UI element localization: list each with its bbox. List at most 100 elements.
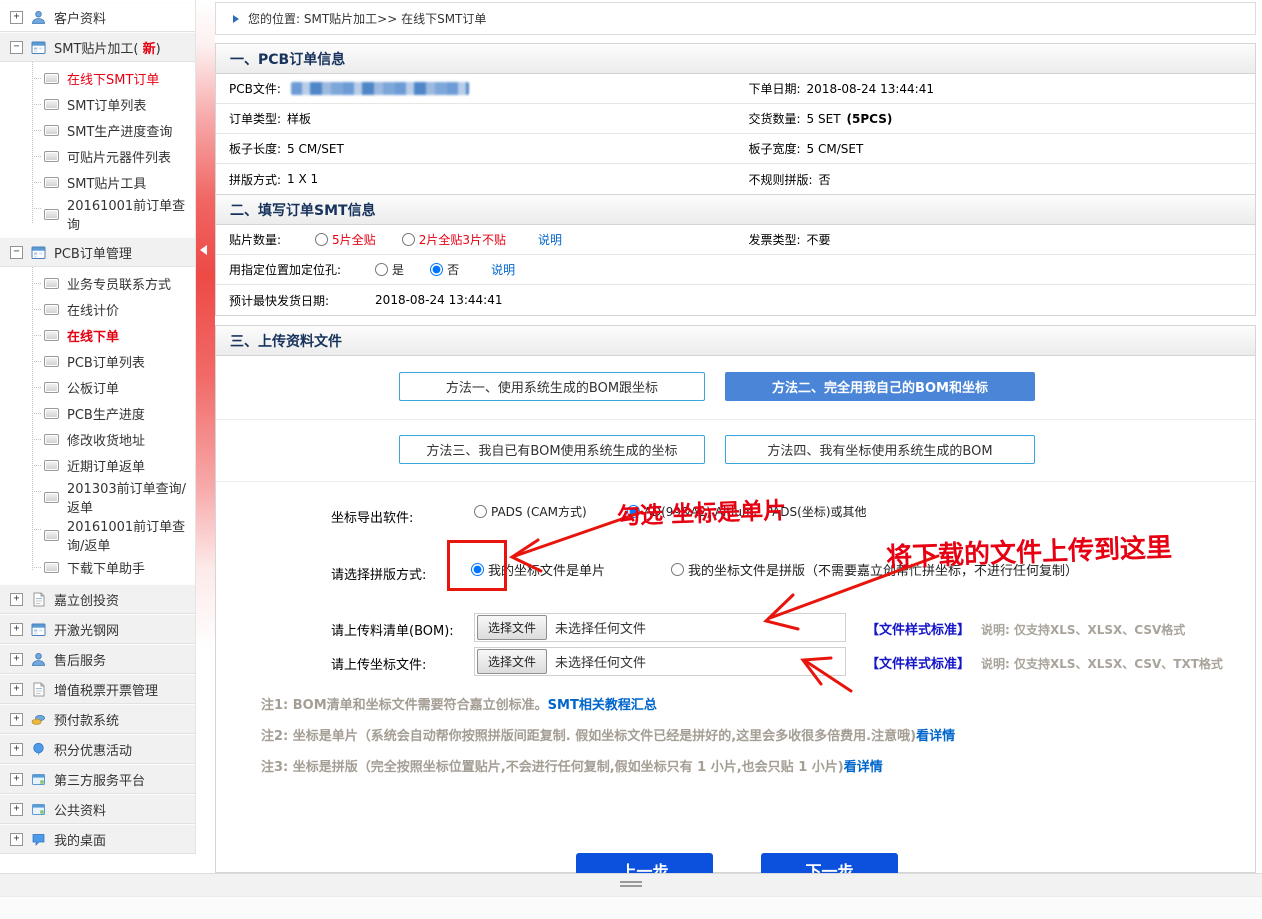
sidebar-item[interactable]: 20161001前订单查询 <box>0 195 195 233</box>
sidebar-item[interactable]: 可贴片元器件列表 <box>0 143 195 169</box>
invoice-value: 不要 <box>807 231 831 248</box>
sidebar-item[interactable]: 在线下单 <box>0 322 195 348</box>
sidebar-group-item[interactable]: +预付款系统 <box>0 704 195 734</box>
bom-upload-label: 请上传料清单(BOM): <box>331 620 454 639</box>
see-details-link[interactable]: 看详情 <box>844 760 883 775</box>
radio-option[interactable]: 是 <box>375 261 404 278</box>
method-1-button[interactable]: 方法一、使用系统生成的BOM跟坐标 <box>399 372 705 401</box>
leaf-icon <box>44 382 59 393</box>
sidebar-item[interactable]: SMT生产进度查询 <box>0 117 195 143</box>
coord-choose-file-button[interactable]: 选择文件 <box>477 649 547 674</box>
sidebar-item[interactable]: SMT订单列表 <box>0 91 195 117</box>
expand-icon[interactable]: + <box>10 773 23 786</box>
sidebar-item[interactable]: 近期订单返单 <box>0 452 195 478</box>
see-details-link[interactable]: SMT相关教程汇总 <box>548 698 657 713</box>
info-row: 贴片数量: 5片全贴2片全贴3片不贴 说明 发票类型: 不要 <box>216 225 1255 255</box>
order-type-label: 订单类型: <box>229 110 281 127</box>
radio-label: 否 <box>447 261 459 278</box>
sidebar-group-item[interactable]: +嘉立创投资 <box>0 584 195 614</box>
sidebar-group-item[interactable]: +增值税票开票管理 <box>0 674 195 704</box>
sidebar-group-label: 第三方服务平台 <box>54 770 145 789</box>
leaf-icon <box>44 562 59 573</box>
sidebar-item-label: 20161001前订单查询 <box>67 195 191 233</box>
radio-option[interactable]: 否 <box>430 261 459 278</box>
sidebar-item[interactable]: 201303前订单查询/返单 <box>0 478 195 516</box>
radio-hole-0[interactable] <box>375 263 388 276</box>
sidebar-group-item[interactable]: +售后服务 <box>0 644 195 674</box>
sidebar-group-item[interactable]: + 我的桌面 <box>0 824 195 854</box>
app-icon <box>31 40 46 55</box>
leaf-icon <box>44 177 59 188</box>
sidebar-item-label: SMT生产进度查询 <box>67 121 172 140</box>
expand-icon[interactable]: + <box>10 623 23 636</box>
sidebar-group-item[interactable]: +开激光钢网 <box>0 614 195 644</box>
sidebar-item-label: 20161001前订单查询/返单 <box>67 516 191 554</box>
sidebar-group-item[interactable]: +公共资料 <box>0 794 195 824</box>
sidebar-item[interactable]: 修改收货地址 <box>0 426 195 452</box>
sidebar-item[interactable]: 在线计价 <box>0 296 195 322</box>
sidebar-item[interactable]: 20161001前订单查询/返单 <box>0 516 195 554</box>
note-line: 注1: BOM清单和坐标文件需要符合嘉立创标准。SMT相关教程汇总 <box>261 694 657 713</box>
expand-icon[interactable]: + <box>10 11 23 24</box>
radio-hole-1[interactable] <box>430 263 443 276</box>
coord-software-label: 坐标导出软件: <box>331 507 413 526</box>
sidebar-item[interactable]: 公板订单 <box>0 374 195 400</box>
sidebar-group-item[interactable]: −PCB订单管理 <box>0 237 195 267</box>
expand-icon[interactable]: + <box>10 593 23 606</box>
note-text: 注3: 坐标是拼版（完全按照坐标位置贴片,不会进行任何复制,假如坐标只有 1 小… <box>261 760 844 775</box>
sidebar-item-label: SMT贴片工具 <box>67 173 146 192</box>
sidebar-group-item[interactable]: + 第三方服务平台 <box>0 764 195 794</box>
sidebar-item-label: 在线计价 <box>67 300 119 319</box>
expand-icon[interactable]: + <box>10 683 23 696</box>
radio-coordsw-0[interactable] <box>474 505 487 518</box>
sidebar-collapse-strip[interactable] <box>196 0 215 918</box>
sidebar-children: 业务专员联系方式在线计价在线下单PCB订单列表公板订单PCB生产进度修改收货地址… <box>0 267 195 584</box>
sidebar-item[interactable]: PCB生产进度 <box>0 400 195 426</box>
collapse-icon[interactable]: − <box>10 41 23 54</box>
method-4-button[interactable]: 方法四、我有坐标使用系统生成的BOM <box>725 435 1035 464</box>
sidebar-group-item[interactable]: +客户资料 <box>0 2 195 32</box>
sidebar-item[interactable]: 在线下SMT订单 <box>0 65 195 91</box>
app-icon <box>31 622 46 637</box>
radio-panelmode-1[interactable] <box>671 563 684 576</box>
irregular-label: 不规则拼版: <box>749 171 813 188</box>
breadcrumb-text: 您的位置: SMT贴片加工>> 在线下SMT订单 <box>248 10 486 27</box>
method-2-button[interactable]: 方法二、完全用我自己的BOM和坐标 <box>725 372 1035 401</box>
see-details-link[interactable]: 看详情 <box>916 729 955 744</box>
expand-icon[interactable]: + <box>10 803 23 816</box>
collapse-icon[interactable]: − <box>10 246 23 259</box>
window-icon <box>31 802 46 817</box>
sidebar-item[interactable]: 业务专员联系方式 <box>0 270 195 296</box>
bom-file-input[interactable]: 选择文件 未选择任何文件 <box>474 613 846 642</box>
bom-choose-file-button[interactable]: 选择文件 <box>477 615 547 640</box>
expand-icon[interactable]: + <box>10 743 23 756</box>
radio-option[interactable]: PADS (CAM方式) <box>474 503 587 520</box>
expand-icon[interactable]: + <box>10 653 23 666</box>
bom-format-hint: 说明: 仅支持XLS、XLSX、CSV格式 <box>981 621 1185 638</box>
info-row: PCB文件: 下单日期: 2018-08-24 13:44:41 <box>216 74 1255 104</box>
sidebar-item[interactable]: PCB订单列表 <box>0 348 195 374</box>
sidebar-group-item[interactable]: −SMT贴片加工( 新) <box>0 32 195 62</box>
expand-icon[interactable]: + <box>10 833 23 846</box>
coord-format-hint: 说明: 仅支持XLS、XLSX、CSV、TXT格式 <box>981 655 1223 672</box>
radio-option[interactable]: 5片全贴 <box>315 231 376 248</box>
leaf-icon <box>44 356 59 367</box>
resize-handle-icon[interactable] <box>620 881 642 889</box>
radio-qty-0[interactable] <box>315 233 328 246</box>
bom-file-standard-link[interactable]: 【文件样式标准】 <box>866 619 970 638</box>
radio-qty-1[interactable] <box>402 233 415 246</box>
locating-hole-explain-link[interactable]: 说明 <box>491 261 515 278</box>
sidebar-item[interactable]: SMT贴片工具 <box>0 169 195 195</box>
sidebar-item[interactable]: 下载下单助手 <box>0 554 195 580</box>
radio-label: PADS (CAM方式) <box>491 503 587 520</box>
sidebar-group-item[interactable]: +积分优惠活动 <box>0 734 195 764</box>
method-3-button[interactable]: 方法三、我自已有BOM使用系统生成的坐标 <box>399 435 705 464</box>
coord-file-standard-link[interactable]: 【文件样式标准】 <box>866 653 970 672</box>
radio-option[interactable]: 2片全贴3片不贴 <box>402 231 506 248</box>
expand-icon[interactable]: + <box>10 713 23 726</box>
patch-qty-explain-link[interactable]: 说明 <box>538 231 562 248</box>
person-icon <box>31 652 46 667</box>
coord-file-input[interactable]: 选择文件 未选择任何文件 <box>474 647 846 676</box>
sidebar-group-label: 我的桌面 <box>54 830 106 849</box>
qty-label: 交货数量: <box>749 110 801 127</box>
